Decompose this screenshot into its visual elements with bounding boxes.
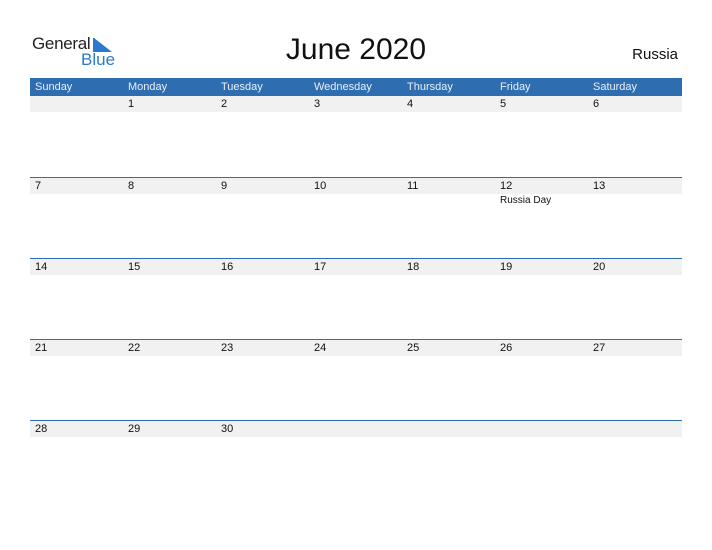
day-number: 28 — [35, 423, 48, 435]
weekday-friday: Friday — [500, 81, 531, 93]
day-number: 7 — [35, 180, 42, 192]
day-number: 1 — [128, 98, 135, 110]
week-row: 7 8 9 10 11 12 13 Russia Day — [30, 177, 682, 258]
day-number: 27 — [593, 342, 606, 354]
holiday-label — [309, 194, 402, 208]
calendar-grid: Sunday Monday Tuesday Wednesday Thursday… — [30, 78, 682, 437]
day-number: 29 — [128, 423, 141, 435]
day-number: 19 — [500, 261, 513, 273]
day-number: 6 — [593, 98, 600, 110]
day-number: 18 — [407, 261, 420, 273]
date-strip: 21 22 23 24 25 26 27 — [30, 340, 682, 356]
day-number: 11 — [407, 180, 419, 192]
day-number: 8 — [128, 180, 135, 192]
day-number: 9 — [221, 180, 228, 192]
day-number: 5 — [500, 98, 507, 110]
holiday-label — [588, 194, 681, 208]
week-row: 21 22 23 24 25 26 27 — [30, 339, 682, 420]
day-number — [309, 421, 402, 437]
date-strip: 1 2 3 4 5 6 — [30, 96, 682, 112]
day-number: 2 — [221, 98, 228, 110]
calendar-title: June 2020 — [285, 33, 427, 66]
weekday-saturday: Saturday — [593, 81, 638, 93]
date-strip: 28 29 30 — [30, 421, 682, 437]
events-row: Russia Day — [30, 194, 682, 208]
holiday-label — [123, 194, 216, 208]
day-number — [495, 421, 588, 437]
country-label: Russia — [632, 46, 678, 63]
day-number: 16 — [221, 261, 234, 273]
day-number: 14 — [35, 261, 48, 273]
day-number — [402, 421, 495, 437]
day-number — [588, 421, 681, 437]
day-number: 13 — [593, 180, 606, 192]
day-number: 12 — [500, 180, 513, 192]
date-strip: 14 15 16 17 18 19 20 — [30, 259, 682, 275]
holiday-label — [30, 194, 123, 208]
weekday-monday: Monday — [128, 81, 168, 93]
holiday-label — [216, 194, 309, 208]
day-number: 24 — [314, 342, 327, 354]
day-number: 23 — [221, 342, 234, 354]
day-number: 20 — [593, 261, 606, 273]
weekday-tuesday: Tuesday — [221, 81, 263, 93]
day-number: 3 — [314, 98, 321, 110]
day-number: 4 — [407, 98, 414, 110]
day-number: 22 — [128, 342, 141, 354]
day-number: 30 — [221, 423, 234, 435]
weekday-sunday: Sunday — [35, 81, 73, 93]
day-number — [30, 96, 123, 112]
day-number: 15 — [128, 261, 141, 273]
weekday-thursday: Thursday — [407, 81, 453, 93]
weekday-header: Sunday Monday Tuesday Wednesday Thursday… — [30, 78, 682, 96]
day-number: 26 — [500, 342, 513, 354]
holiday-label — [402, 194, 495, 208]
day-number: 25 — [407, 342, 420, 354]
day-number: 21 — [35, 342, 48, 354]
holiday-label: Russia Day — [500, 195, 552, 206]
weekday-wednesday: Wednesday — [314, 81, 372, 93]
day-number: 17 — [314, 261, 327, 273]
date-strip: 7 8 9 10 11 12 13 — [30, 178, 682, 194]
week-row: 28 29 30 — [30, 420, 682, 501]
week-row: 1 2 3 4 5 6 — [30, 96, 682, 177]
week-row: 14 15 16 17 18 19 20 — [30, 258, 682, 339]
day-number: 10 — [314, 180, 327, 192]
